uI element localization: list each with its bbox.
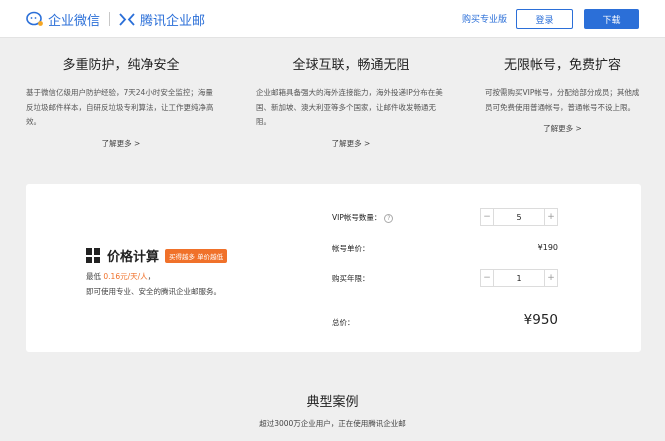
- total-price-value: ¥950: [523, 312, 558, 328]
- cases-title: 典型案例: [306, 395, 359, 410]
- lowest-price-highlight: 0.16元/天/人: [103, 272, 148, 281]
- brand-divider: [109, 12, 111, 26]
- years-stepper: − +: [480, 269, 558, 287]
- feature-unlimited: 无限帐号，免费扩容 可按需购买VIP帐号，分配给部分成员；其他成员可免费使用普通…: [485, 54, 640, 134]
- pricing-card: 价格计算 买得越多 单价越低 最低 0.16元/天/人， 即可使用专业、安全的腾…: [26, 184, 641, 352]
- years-label: 购买年限：: [332, 274, 370, 283]
- tencent-mail-logo-icon: [119, 12, 135, 26]
- pricing-title: 价格计算: [107, 250, 160, 265]
- discount-badge: 买得越多 单价越低: [165, 248, 228, 263]
- decrement-button[interactable]: −: [481, 209, 494, 225]
- wecom-logo-icon: [26, 11, 43, 26]
- unit-price-value: ¥190: [537, 243, 558, 252]
- cases-subtitle: 超过3000万企业用户，正在使用腾讯企业邮: [259, 419, 406, 428]
- lowest-price-text: 最低 0.16元/天/人，: [86, 272, 156, 281]
- feature-description: 可按需购买VIP帐号，分配给部分成员；其他成员可免费使用普通帐号，普通帐号不设上…: [485, 88, 640, 112]
- feature-title: 多重防护，纯净安全: [62, 58, 180, 73]
- feature-description: 企业邮箱具备强大的海外连接能力，海外投递IP分布在美国、新加坡、澳大利亚等多个国…: [256, 88, 443, 126]
- feature-title: 无限帐号，免费扩容: [503, 58, 621, 73]
- pricing-title-row: 价格计算 买得越多 单价越低: [86, 246, 228, 265]
- vip-count-input[interactable]: [494, 209, 544, 225]
- calculator-icon: [86, 248, 101, 263]
- vip-count-label: VIP帐号数量：?: [332, 212, 394, 223]
- feature-security: 多重防护，纯净安全 基于微信亿级用户防护经验，7天24小时安全监控；海量反垃圾邮…: [26, 54, 216, 149]
- learn-more-link[interactable]: 了解更多 >: [485, 123, 640, 134]
- feature-title: 全球互联，畅通无阻: [292, 58, 410, 73]
- decrement-button[interactable]: −: [481, 270, 494, 286]
- brand-mail-label: 腾讯企业邮: [140, 13, 206, 29]
- unit-price-label: 帐号单价：: [332, 244, 370, 253]
- increment-button[interactable]: +: [544, 209, 557, 225]
- login-button[interactable]: 登录: [516, 9, 573, 29]
- help-icon[interactable]: ?: [384, 213, 394, 223]
- years-input[interactable]: [494, 270, 544, 286]
- buy-pro-link[interactable]: 购买专业版: [462, 12, 507, 25]
- download-button[interactable]: 下载: [584, 9, 639, 29]
- vip-count-stepper: − +: [480, 208, 558, 226]
- learn-more-link[interactable]: 了解更多 >: [256, 138, 446, 149]
- feature-global: 全球互联，畅通无阻 企业邮箱具备强大的海外连接能力，海外投递IP分布在美国、新加…: [256, 54, 446, 149]
- feature-description: 基于微信亿级用户防护经验，7天24小时安全监控；海量反垃圾邮件样本，自研反垃圾专…: [26, 88, 214, 126]
- top-bar: 企业微信 腾讯企业邮 购买专业版 登录 下载: [0, 0, 665, 38]
- learn-more-link[interactable]: 了解更多 >: [26, 138, 216, 149]
- brand[interactable]: 企业微信 腾讯企业邮: [26, 9, 205, 29]
- brand-wecom-label: 企业微信: [48, 13, 101, 29]
- increment-button[interactable]: +: [544, 270, 557, 286]
- service-description: 即可使用专业、安全的腾讯企业邮服务。: [86, 287, 221, 296]
- total-label: 总价：: [332, 318, 355, 327]
